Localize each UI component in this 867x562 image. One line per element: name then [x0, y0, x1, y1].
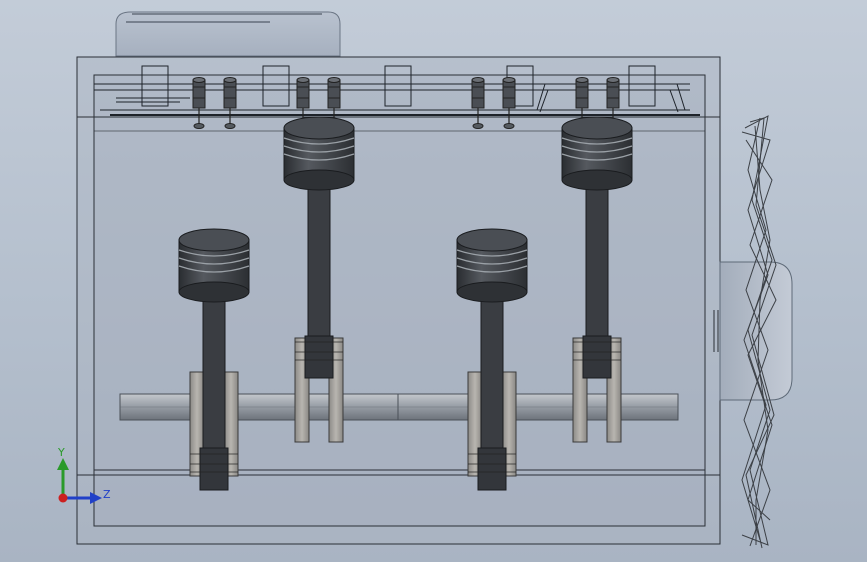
origin-dot [58, 493, 68, 503]
y-axis-label: Y [57, 446, 65, 459]
cad-model-viewport[interactable]: Y Z [0, 0, 867, 562]
top-cover [115, 11, 341, 57]
y-axis-arrowhead [57, 458, 69, 470]
z-axis-label: Z [103, 488, 111, 501]
